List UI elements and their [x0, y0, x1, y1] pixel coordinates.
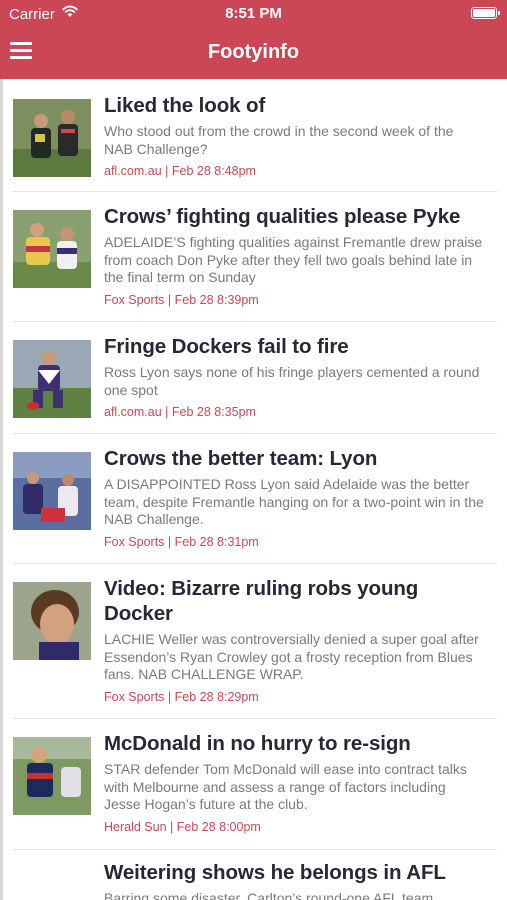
article-title: Fringe Dockers fail to fire — [104, 335, 349, 358]
status-bar: Carrier 8:51 PM — [0, 0, 507, 28]
article-source-time: afl.com.au | Feb 28 8:48pm — [104, 164, 256, 178]
article-list: Liked the look of Who stood out from the… — [3, 79, 507, 900]
divider — [13, 191, 497, 192]
article-summary: Barring some disaster, Carlton’s round-o… — [104, 890, 434, 900]
battery-icon — [471, 7, 500, 19]
article-title: McDonald in no hurry to re-sign — [104, 732, 411, 755]
article-thumbnail — [13, 340, 91, 418]
article-title: Weitering shows he belongs in AFL — [104, 861, 446, 884]
news-feed[interactable]: Liked the look of Who stood out from the… — [0, 79, 507, 900]
article-title: Liked the look of — [104, 94, 266, 117]
article-item[interactable]: Weitering shows he belongs in AFL Barrin… — [13, 860, 497, 900]
article-item[interactable]: Liked the look of Who stood out from the… — [13, 93, 497, 192]
article-source-time: Herald Sun | Feb 28 8:00pm — [104, 819, 261, 834]
article-item[interactable]: Crows’ fighting qualities please Pyke AD… — [13, 204, 497, 322]
article-item[interactable]: Crows the better team: Lyon A DISAPPOINT… — [13, 446, 497, 564]
status-time: 8:51 PM — [225, 5, 282, 22]
article-thumbnail — [13, 866, 91, 900]
article-summary: STAR defender Tom McDonald will ease int… — [104, 761, 467, 812]
article-thumbnail — [13, 737, 91, 815]
divider — [13, 563, 497, 564]
article-thumbnail — [13, 452, 91, 530]
article-title: Crows’ fighting qualities please Pyke — [104, 205, 461, 228]
app-header: Carrier 8:51 PM Footyinfo — [0, 0, 507, 79]
article-thumbnail — [13, 99, 91, 177]
article-summary: Ross Lyon says none of his fringe player… — [104, 364, 480, 398]
article-summary: A DISAPPOINTED Ross Lyon said Adelaide w… — [104, 476, 484, 527]
article-title: Video: Bizarre ruling robs young Docker — [104, 577, 419, 625]
divider — [13, 433, 497, 434]
article-summary: ADELAIDE’S fighting qualities against Fr… — [104, 234, 483, 285]
navigation-bar: Footyinfo — [0, 28, 507, 79]
article-item[interactable]: Fringe Dockers fail to fire Ross Lyon sa… — [13, 334, 497, 434]
article-title: Crows the better team: Lyon — [104, 447, 378, 470]
divider — [13, 718, 497, 719]
article-source-time: Fox Sports | Feb 28 8:29pm — [104, 689, 259, 704]
article-summary: LACHIE Weller was controversially denied… — [104, 631, 479, 682]
article-source-time: Fox Sports | Feb 28 8:39pm — [104, 292, 259, 307]
divider — [13, 321, 497, 322]
article-summary: Who stood out from the crowd in the seco… — [104, 123, 454, 157]
article-item[interactable]: McDonald in no hurry to re-sign STAR def… — [13, 731, 497, 850]
article-source-time: afl.com.au | Feb 28 8:35pm — [104, 405, 256, 419]
article-source-time: Fox Sports | Feb 28 8:31pm — [104, 534, 259, 549]
divider — [13, 849, 497, 850]
page-title: Footyinfo — [207, 41, 300, 63]
article-thumbnail — [13, 210, 91, 288]
article-thumbnail — [13, 582, 91, 660]
article-item[interactable]: Video: Bizarre ruling robs young Docker … — [13, 576, 497, 719]
